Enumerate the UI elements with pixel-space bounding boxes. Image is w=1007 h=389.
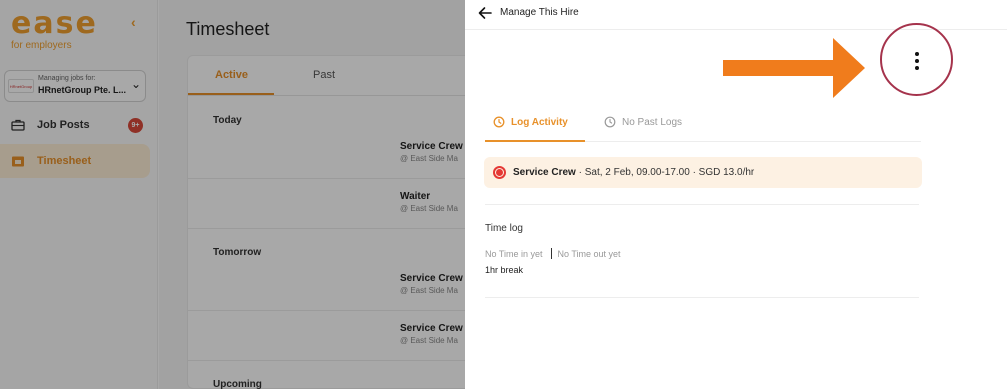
time-log-row: No Time in yet No Time out yet (485, 248, 621, 259)
shift-detail: · Sat, 2 Feb, 09.00-17.00 · SGD 13.0/hr (575, 167, 755, 178)
more-options-button[interactable] (907, 49, 927, 73)
shift-role: Service Crew (513, 167, 576, 178)
section-divider (485, 297, 919, 298)
active-tab-indicator (485, 140, 585, 142)
time-log-title: Time log (485, 223, 523, 234)
manage-hire-drawer: Manage This Hire Log Activity No Past Lo… (465, 0, 1007, 389)
break-duration: 1hr break (485, 265, 524, 275)
shift-summary-card: Service Crew · Sat, 2 Feb, 09.00-17.00 ·… (484, 157, 922, 188)
clock-icon (493, 116, 505, 128)
tab-no-past-logs[interactable]: No Past Logs (604, 116, 682, 128)
kebab-dot (915, 59, 919, 63)
drawer-title: Manage This Hire (500, 7, 579, 18)
back-arrow-icon[interactable] (477, 6, 493, 20)
time-in-status: No Time in yet (485, 248, 543, 259)
status-recording-icon (493, 166, 506, 179)
pointer-arrow-icon (723, 38, 865, 98)
kebab-dot (915, 66, 919, 70)
time-out-status: No Time out yet (557, 248, 621, 259)
tab-label: Log Activity (511, 116, 568, 128)
time-separator (550, 248, 552, 259)
tab-label: No Past Logs (622, 116, 683, 128)
history-icon (604, 116, 616, 128)
tab-log-activity[interactable]: Log Activity (493, 116, 568, 128)
kebab-dot (915, 52, 919, 56)
section-divider (485, 204, 919, 205)
